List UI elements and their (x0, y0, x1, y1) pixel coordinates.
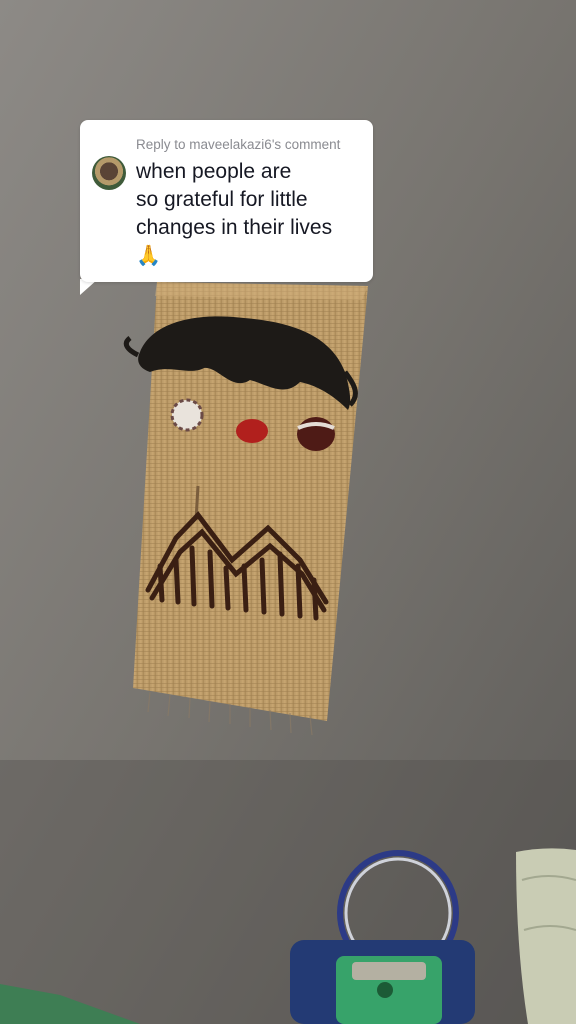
reply-line: when people are (136, 160, 292, 183)
reply-line: so grateful for little (136, 188, 308, 211)
reply-header: Reply to maveelakazi6's comment (136, 137, 341, 152)
reply-comment-sticker[interactable]: Reply to maveelakazi6's comment when peo… (80, 120, 373, 282)
woven-wall-hanging (123, 282, 368, 736)
commenter-avatar[interactable] (92, 156, 126, 190)
reply-comment-text: when people are so grateful for little c… (136, 158, 366, 270)
reply-line: changes in their lives (136, 216, 333, 239)
praying-hands-emoji: 🙏 (136, 245, 161, 267)
wall-shadow-bottom (0, 760, 576, 1024)
nose-button (236, 419, 268, 443)
green-container (290, 940, 475, 1024)
fabric-pile-right (516, 848, 576, 1024)
